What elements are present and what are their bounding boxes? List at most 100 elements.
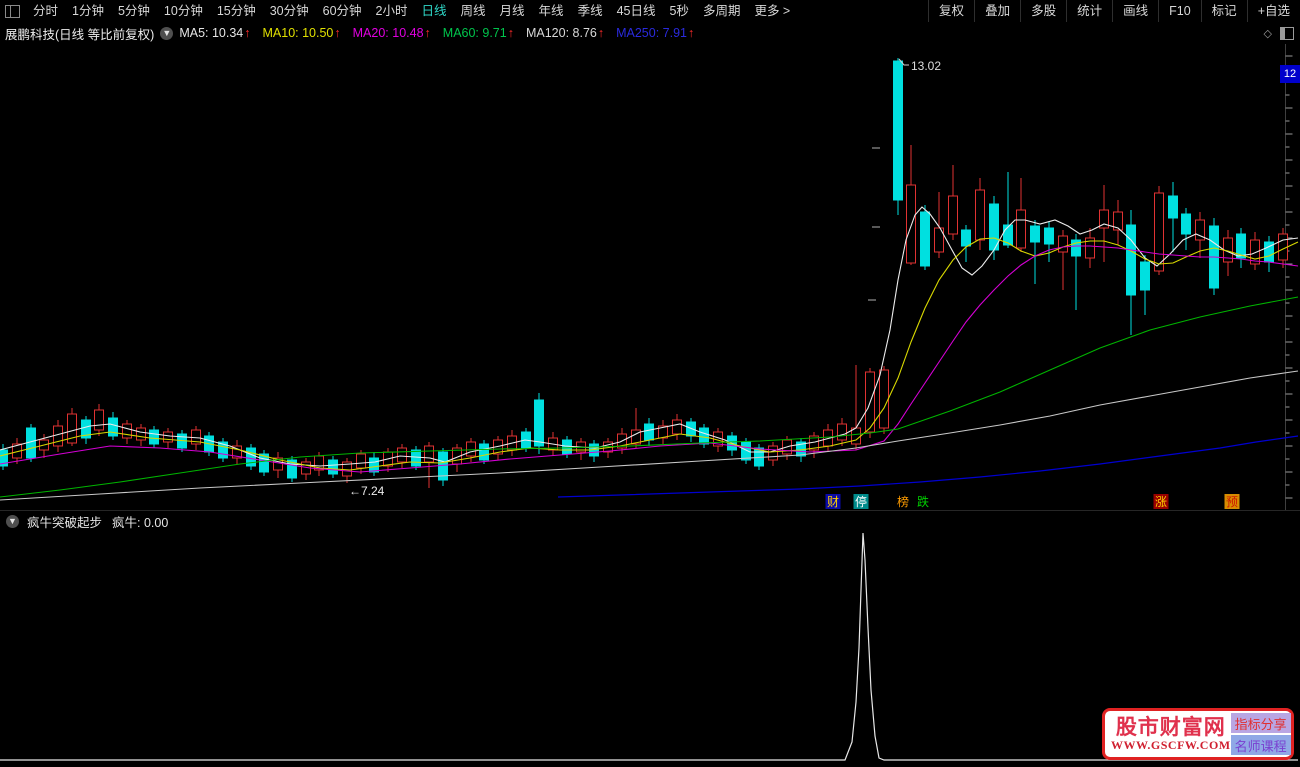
indicator-name: 疯牛突破起步 (27, 515, 103, 530)
candle-body (906, 184, 916, 264)
timeframe-item-12[interactable]: 季线 (571, 0, 610, 22)
tool-item-0[interactable]: 复权 (928, 0, 974, 22)
event-marker-4: 涨 (1155, 494, 1167, 509)
candle-body (1016, 209, 1026, 249)
candle-body (1168, 195, 1178, 219)
price-annotation-1: ←7.24 (349, 484, 385, 498)
timeframe-item-9[interactable]: 周线 (454, 0, 493, 22)
chevron-down-icon[interactable]: ▼ (160, 26, 174, 40)
candle-body (1030, 225, 1040, 243)
top-menu-bar: 分时 1分钟 5分钟 10分钟 15分钟 30分钟 60分钟 2小时 日线 周线 月线 年线 季线 45日… (0, 0, 1300, 23)
timeframe-item-7[interactable]: 2小时 (369, 0, 415, 22)
chart-header: 展鹏科技(日线 等比前复权) ▼ MA5: 10.34↑ MA10: 10.50↑… (0, 22, 1300, 44)
candle-body (356, 453, 366, 469)
candle-body (136, 427, 146, 441)
timeframe-item-16[interactable]: 更多 > (747, 0, 797, 22)
timeframe-item-13[interactable]: 45日线 (610, 0, 663, 22)
candle-body (686, 421, 696, 437)
y-axis-price-label: 12 (1280, 65, 1300, 83)
panel-layout-icon[interactable] (1280, 26, 1294, 40)
candle-body (989, 203, 999, 251)
trend-up-arrow: ↑ (597, 26, 605, 40)
watermark-badge-2: 名师课程 (1230, 735, 1291, 755)
split-window-icon[interactable] (5, 4, 20, 18)
indicator-chevron-down-icon[interactable]: ▼ (6, 514, 19, 528)
candle-body (837, 423, 847, 441)
candle-body (975, 189, 985, 241)
candle-body (149, 429, 159, 445)
ma-line-ma60 (0, 296, 1299, 498)
candle-body (328, 459, 338, 475)
event-marker-0: 财 (827, 495, 839, 509)
tool-item-6[interactable]: 标记 (1200, 0, 1247, 22)
timeframe-item-8[interactable]: 日线 (415, 0, 454, 22)
watermark-logo: 股市财富网 WWW.GSCFW.COM 指标分享 名师课程 (1102, 708, 1294, 760)
candle-body (961, 229, 971, 247)
watermark-url: WWW.GSCFW.COM (1111, 737, 1231, 752)
event-marker-3: 跌 (917, 494, 929, 509)
ma-label-1: MA10: 10.50↑ (262, 26, 341, 40)
ma-label-5: MA250: 7.91↑ (616, 26, 695, 40)
header-icons: ◇ (1264, 22, 1294, 44)
timeframe-item-6[interactable]: 60分钟 (316, 0, 369, 22)
indicator-header: ▼ 疯牛突破起步 疯牛: 0.00 (0, 510, 1300, 531)
trend-up-arrow: ↑ (244, 26, 251, 40)
watermark-badge-1: 指标分享 (1230, 713, 1291, 733)
candle-body (424, 445, 434, 463)
tool-item-4[interactable]: 画线 (1112, 0, 1158, 22)
candle-body (879, 369, 889, 429)
candle-body (479, 443, 489, 461)
watermark-text: 股市财富网 WWW.GSCFW.COM (1111, 716, 1231, 752)
candle-body (53, 425, 63, 447)
candle-body (369, 457, 379, 473)
timeframe-item-11[interactable]: 年线 (532, 0, 571, 22)
candle-body (851, 427, 861, 445)
candle-body (1044, 227, 1054, 245)
timeframe-item-0[interactable]: 分时 (26, 0, 65, 22)
candle-body (1181, 213, 1191, 235)
tool-item-1[interactable]: 叠加 (974, 0, 1020, 22)
timeframe-item-15[interactable]: 多周期 (696, 0, 748, 22)
candle-body (1126, 224, 1136, 296)
ma-label-2: MA20: 10.48↑ (352, 26, 431, 40)
candle-body (768, 445, 778, 461)
candle-body (1140, 261, 1150, 291)
tool-item-3[interactable]: 统计 (1066, 0, 1112, 22)
ma-label-0: MA5: 10.34↑ (179, 26, 251, 40)
candle-body (411, 449, 421, 467)
candle-body (562, 439, 572, 455)
main-chart-canvas[interactable]: 13.02 ←7.24 财 停 榜跌 涨 预 (0, 44, 1300, 510)
candle-body (163, 431, 173, 443)
ma-values: MA5: 10.34↑ MA10: 10.50↑ MA20: 10.48↑ MA60:… (179, 26, 706, 40)
candle-body (920, 211, 930, 267)
ma-label-3: MA60: 9.71↑ (442, 26, 514, 40)
timeframe-item-3[interactable]: 10分钟 (157, 0, 210, 22)
timeframe-item-10[interactable]: 月线 (493, 0, 532, 22)
candle-body (893, 60, 903, 201)
candle-body (466, 441, 476, 457)
timeframe-item-1[interactable]: 1分钟 (65, 0, 111, 22)
tool-item-2[interactable]: 多股 (1020, 0, 1066, 22)
timeframe-item-4[interactable]: 15分钟 (210, 0, 263, 22)
trend-up-arrow: ↑ (507, 26, 514, 40)
price-annotation-0: 13.02 (911, 59, 941, 73)
tool-item-7[interactable]: +自选 (1246, 0, 1300, 22)
candle-body (397, 447, 407, 463)
candle-body (948, 195, 958, 235)
candle-body (534, 399, 544, 447)
candle-body (122, 423, 132, 439)
timeframe-item-5[interactable]: 30分钟 (263, 0, 316, 22)
candle-body (699, 427, 709, 445)
event-marker-1: 停 (855, 494, 867, 509)
timeframe-item-14[interactable]: 5秒 (662, 0, 695, 22)
timeframe-item-2[interactable]: 5分钟 (111, 0, 157, 22)
candle-body (672, 419, 682, 435)
tool-item-5[interactable]: F10 (1158, 0, 1201, 22)
trading-app: 分时 1分钟 5分钟 10分钟 15分钟 30分钟 60分钟 2小时 日线 周线 月线 年线 季线 45日… (0, 0, 1300, 767)
diamond-icon[interactable]: ◇ (1264, 27, 1272, 40)
candle-body (1154, 192, 1164, 272)
candle-body (94, 409, 104, 431)
candle-body (1058, 235, 1068, 253)
stock-title: 展鹏科技(日线 等比前复权) (5, 27, 155, 42)
trend-up-arrow: ↑ (688, 26, 695, 40)
